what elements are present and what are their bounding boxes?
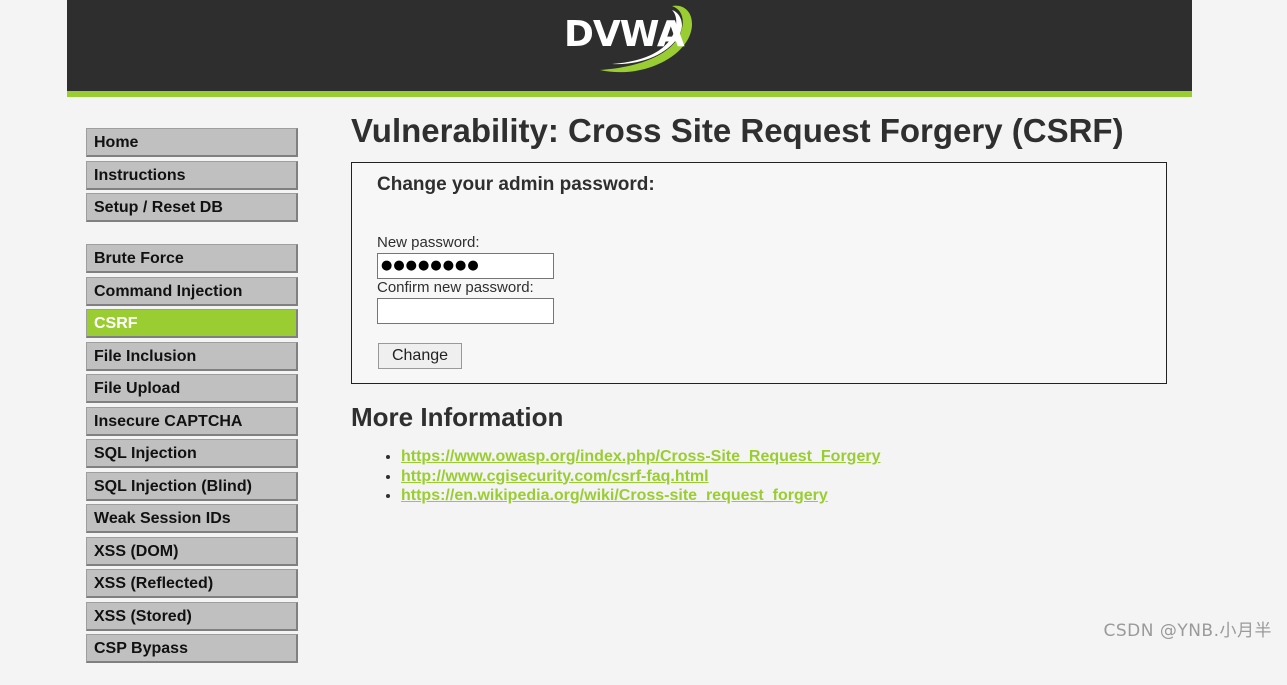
menu-group-general: Home Instructions Setup / Reset DB [86,128,298,222]
logo-text: DVWA [564,14,684,55]
new-password-input[interactable]: ●●●●●●●● [377,253,554,279]
page-container: DVWA Home Instructions Setup / Reset DB … [67,0,1192,649]
sidebar-item-sql-injection-blind[interactable]: SQL Injection (Blind) [86,472,298,501]
menu-group-vulnerabilities: Brute Force Command Injection CSRF File … [86,244,298,663]
sidebar-item-home[interactable]: Home [86,128,298,157]
list-item: https://en.wikipedia.org/wiki/Cross-site… [401,486,880,506]
list-item: https://www.owasp.org/index.php/Cross-Si… [401,447,880,467]
sidebar-item-file-upload[interactable]: File Upload [86,374,298,403]
sidebar-item-command-injection[interactable]: Command Injection [86,277,298,306]
sidebar-item-csrf[interactable]: CSRF [86,309,298,338]
sidebar-item-insecure-captcha[interactable]: Insecure CAPTCHA [86,407,298,436]
confirm-password-input[interactable] [377,298,554,324]
sidebar-item-brute-force[interactable]: Brute Force [86,244,298,273]
page-title: Vulnerability: Cross Site Request Forger… [351,110,1171,152]
sidebar-item-instructions[interactable]: Instructions [86,161,298,190]
form-heading: Change your admin password: [377,174,655,196]
list-item: http://www.cgisecurity.com/csrf-faq.html [401,467,880,487]
change-button[interactable]: Change [378,343,462,369]
sidebar-item-weak-session-ids[interactable]: Weak Session IDs [86,504,298,533]
csrf-form-box: Change your admin password: New password… [351,162,1167,384]
main-content: Vulnerability: Cross Site Request Forger… [351,110,1171,152]
new-password-label: New password: [377,234,480,251]
sidebar-item-xss-dom[interactable]: XSS (DOM) [86,537,298,566]
sidebar-item-xss-reflected[interactable]: XSS (Reflected) [86,569,298,598]
sidebar-item-file-inclusion[interactable]: File Inclusion [86,342,298,371]
csdn-watermark: CSDN @YNB.小月半 [1103,616,1272,641]
sidebar-item-setup-reset-db[interactable]: Setup / Reset DB [86,193,298,222]
header: DVWA [67,0,1192,97]
more-information-links: https://www.owasp.org/index.php/Cross-Si… [381,447,880,506]
sidebar-menu: Home Instructions Setup / Reset DB Brute… [86,128,298,685]
cgisecurity-csrf-faq-link[interactable]: http://www.cgisecurity.com/csrf-faq.html [401,468,709,485]
sidebar-item-sql-injection[interactable]: SQL Injection [86,439,298,468]
owasp-csrf-link[interactable]: https://www.owasp.org/index.php/Cross-Si… [401,448,880,465]
sidebar-item-xss-stored[interactable]: XSS (Stored) [86,602,298,631]
confirm-password-label: Confirm new password: [377,279,534,296]
more-information-heading: More Information [351,402,563,433]
dvwa-logo[interactable]: DVWA [560,2,700,76]
wikipedia-csrf-link[interactable]: https://en.wikipedia.org/wiki/Cross-site… [401,487,828,504]
